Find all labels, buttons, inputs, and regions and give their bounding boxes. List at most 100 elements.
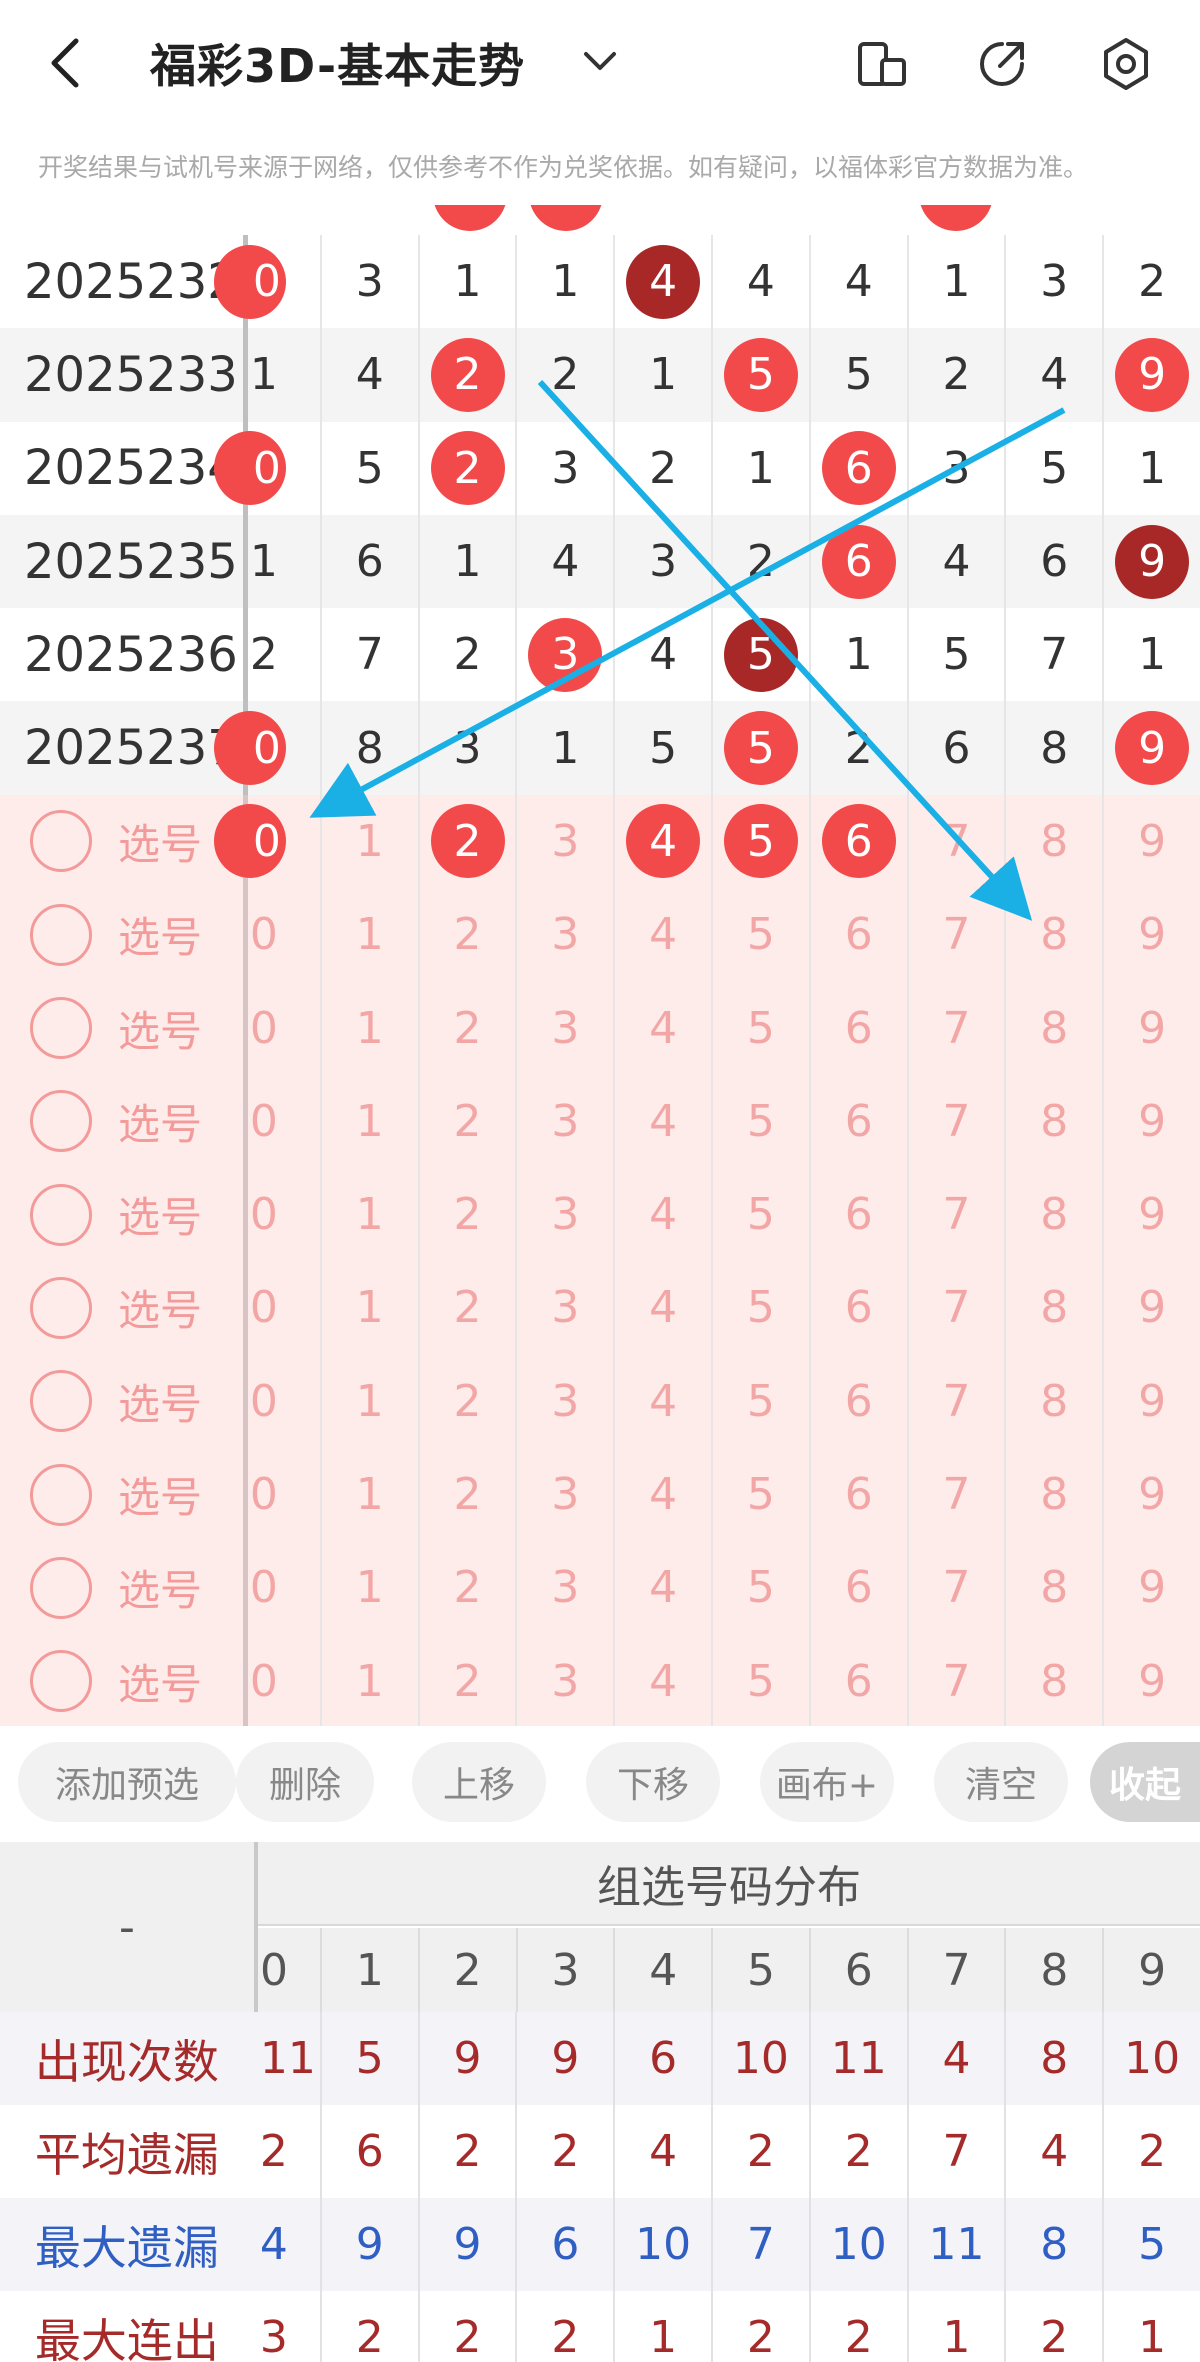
- cell-digit-0[interactable]: 0: [248, 1168, 320, 1261]
- cell-digit-4[interactable]: 4: [613, 1167, 711, 1262]
- cell-digit-1[interactable]: 1: [319, 1074, 418, 1168]
- cell-digit-2[interactable]: 2: [417, 1074, 516, 1168]
- radio-circle-icon[interactable]: [30, 1463, 92, 1526]
- cell-digit-4[interactable]: 4: [613, 981, 711, 1075]
- cell-digit-5[interactable]: 5: [711, 1261, 809, 1355]
- cell-digit-8[interactable]: 8: [1004, 1167, 1102, 1262]
- cell-digit-6[interactable]: 6: [808, 1167, 907, 1262]
- cell-digit-2[interactable]: 2: [417, 1634, 516, 1728]
- cell-digit-0[interactable]: 0: [248, 1634, 320, 1727]
- cell-digit-6[interactable]: 6: [808, 794, 907, 889]
- radio-circle-icon[interactable]: [30, 1183, 92, 1246]
- cell-digit-5[interactable]: 5: [711, 1074, 809, 1168]
- cell-digit-7[interactable]: 7: [906, 1354, 1005, 1448]
- cell-digit-3[interactable]: 3: [515, 1074, 613, 1168]
- cell-digit-0[interactable]: 0: [213, 795, 320, 888]
- cell-digit-3[interactable]: 3: [515, 794, 613, 889]
- cell-digit-6[interactable]: 6: [808, 888, 907, 982]
- cell-digit-8[interactable]: 8: [1004, 1447, 1102, 1542]
- cell-digit-6[interactable]: 6: [808, 1634, 907, 1728]
- cell-digit-7[interactable]: 7: [906, 794, 1005, 889]
- cell-digit-2[interactable]: 2: [417, 981, 516, 1075]
- cell-digit-8[interactable]: 8: [1004, 1074, 1102, 1168]
- cell-digit-4[interactable]: 4: [613, 1261, 711, 1355]
- cell-digit-8[interactable]: 8: [1004, 1261, 1102, 1355]
- cell-digit-2[interactable]: 2: [417, 1261, 516, 1355]
- cell-digit-0[interactable]: 0: [248, 1261, 320, 1354]
- share-icon[interactable]: [974, 36, 1030, 92]
- cell-digit-8[interactable]: 8: [1004, 1541, 1102, 1635]
- delete-button[interactable]: 删除: [236, 1742, 374, 1822]
- cell-digit-4[interactable]: 4: [613, 1354, 711, 1448]
- cell-digit-4[interactable]: 4: [613, 1447, 711, 1542]
- cell-digit-9[interactable]: 9: [1102, 1634, 1200, 1728]
- cell-digit-2[interactable]: 2: [417, 1167, 516, 1262]
- cell-digit-2[interactable]: 2: [417, 794, 516, 889]
- cell-digit-6[interactable]: 6: [808, 981, 907, 1075]
- cell-digit-5[interactable]: 5: [711, 1541, 809, 1635]
- cell-digit-4[interactable]: 4: [613, 1634, 711, 1728]
- collapse-button[interactable]: 收起: [1090, 1742, 1200, 1822]
- cell-digit-4[interactable]: 4: [613, 794, 711, 889]
- cell-digit-1[interactable]: 1: [319, 1354, 418, 1448]
- cell-digit-5[interactable]: 5: [711, 794, 809, 889]
- cell-digit-7[interactable]: 7: [906, 1541, 1005, 1635]
- cell-digit-1[interactable]: 1: [319, 1541, 418, 1635]
- cell-digit-7[interactable]: 7: [906, 1074, 1005, 1168]
- cell-digit-1[interactable]: 1: [319, 1634, 418, 1728]
- cell-digit-2[interactable]: 2: [417, 1354, 516, 1448]
- pick-label[interactable]: 选号: [0, 981, 243, 1074]
- cell-digit-8[interactable]: 8: [1004, 981, 1102, 1075]
- pick-label[interactable]: 选号: [0, 1448, 243, 1541]
- pick-label[interactable]: 选号: [0, 1541, 243, 1634]
- cell-digit-3[interactable]: 3: [515, 981, 613, 1075]
- cell-digit-0[interactable]: 0: [248, 1355, 320, 1448]
- cell-digit-1[interactable]: 1: [319, 1261, 418, 1355]
- cell-digit-1[interactable]: 1: [319, 981, 418, 1075]
- cell-digit-1[interactable]: 1: [319, 1167, 418, 1262]
- cell-digit-9[interactable]: 9: [1102, 1167, 1200, 1262]
- cell-digit-0[interactable]: 0: [248, 1541, 320, 1634]
- cell-digit-9[interactable]: 9: [1102, 1074, 1200, 1168]
- cell-digit-4[interactable]: 4: [613, 888, 711, 982]
- chevron-down-icon[interactable]: [578, 40, 622, 84]
- cell-digit-4[interactable]: 4: [613, 1541, 711, 1635]
- pick-label[interactable]: 选号: [0, 1168, 243, 1261]
- cell-digit-7[interactable]: 7: [906, 1634, 1005, 1728]
- radio-circle-icon[interactable]: [30, 1276, 92, 1339]
- cell-digit-5[interactable]: 5: [711, 1354, 809, 1448]
- cell-digit-4[interactable]: 4: [613, 1074, 711, 1168]
- cell-digit-7[interactable]: 7: [906, 1447, 1005, 1542]
- cell-digit-9[interactable]: 9: [1102, 888, 1200, 982]
- cell-digit-5[interactable]: 5: [711, 888, 809, 982]
- cell-digit-7[interactable]: 7: [906, 888, 1005, 982]
- cell-digit-6[interactable]: 6: [808, 1447, 907, 1542]
- cell-digit-2[interactable]: 2: [417, 1541, 516, 1635]
- cell-digit-8[interactable]: 8: [1004, 1634, 1102, 1728]
- cell-digit-1[interactable]: 1: [319, 794, 418, 889]
- cell-digit-8[interactable]: 8: [1004, 888, 1102, 982]
- cell-digit-3[interactable]: 3: [515, 1447, 613, 1542]
- cell-digit-9[interactable]: 9: [1102, 1541, 1200, 1635]
- cell-digit-6[interactable]: 6: [808, 1074, 907, 1168]
- cell-digit-0[interactable]: 0: [248, 1075, 320, 1168]
- cell-digit-2[interactable]: 2: [417, 1447, 516, 1542]
- cell-digit-5[interactable]: 5: [711, 1447, 809, 1542]
- pick-label[interactable]: 选号: [0, 1075, 243, 1168]
- cell-digit-6[interactable]: 6: [808, 1261, 907, 1355]
- cell-digit-6[interactable]: 6: [808, 1354, 907, 1448]
- pick-label[interactable]: 选号: [0, 795, 243, 888]
- cell-digit-9[interactable]: 9: [1102, 1261, 1200, 1355]
- pick-label[interactable]: 选号: [0, 1634, 243, 1727]
- cell-digit-3[interactable]: 3: [515, 1261, 613, 1355]
- cell-digit-8[interactable]: 8: [1004, 794, 1102, 889]
- pick-label[interactable]: 选号: [0, 888, 243, 981]
- cell-digit-1[interactable]: 1: [319, 888, 418, 982]
- cell-digit-5[interactable]: 5: [711, 1634, 809, 1728]
- cell-digit-3[interactable]: 3: [515, 888, 613, 982]
- cell-digit-7[interactable]: 7: [906, 1167, 1005, 1262]
- cell-digit-9[interactable]: 9: [1102, 1447, 1200, 1542]
- pick-label[interactable]: 选号: [0, 1355, 243, 1448]
- device-icon[interactable]: [854, 36, 910, 92]
- cell-digit-3[interactable]: 3: [515, 1354, 613, 1448]
